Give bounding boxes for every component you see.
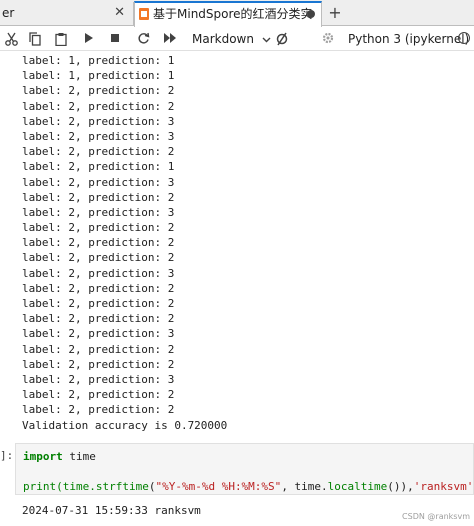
output-line: label: 1, prediction: 1 (22, 69, 175, 83)
cell-prompt: ]: (0, 449, 14, 462)
cell-result: 2024-07-31 15:59:33 ranksvm (22, 504, 201, 517)
output-line: label: 2, prediction: 2 (22, 357, 175, 371)
output-line: label: 2, prediction: 3 (22, 372, 175, 386)
tab-previous[interactable]: er ✕ (0, 2, 134, 26)
output-line: label: 2, prediction: 3 (22, 175, 175, 189)
output-line: label: 2, prediction: 2 (22, 403, 175, 417)
git-icon[interactable] (272, 29, 292, 49)
output-line: label: 2, prediction: 2 (22, 312, 175, 326)
output-line: label: 2, prediction: 2 (22, 388, 175, 402)
output-line: label: 2, prediction: 2 (22, 84, 175, 98)
output-line: label: 2, prediction: 3 (22, 205, 175, 219)
output-line: label: 2, prediction: 3 (22, 266, 175, 280)
cell-type-select[interactable]: Markdown (192, 29, 271, 49)
output-line: label: 2, prediction: 3 (22, 129, 175, 143)
cut-icon[interactable] (2, 29, 20, 49)
unsaved-dot-icon[interactable] (307, 10, 315, 18)
output-line: label: 2, prediction: 1 (22, 160, 175, 174)
run-icon[interactable] (80, 29, 98, 49)
output-line: label: 2, prediction: 3 (22, 114, 175, 128)
fast-forward-icon[interactable] (160, 29, 180, 49)
output-line: label: 2, prediction: 2 (22, 236, 175, 250)
kernel-status-icon (458, 32, 470, 44)
restart-icon[interactable] (134, 29, 152, 49)
output-line: label: 2, prediction: 2 (22, 297, 175, 310)
code-string: "%Y-%m-%d %H:%M:%S" (155, 480, 282, 493)
output-line: label: 2, prediction: 2 (22, 145, 175, 159)
output-line: Validation accuracy is 0.720000 (22, 418, 228, 432)
code-text: time (62, 450, 96, 463)
output-line: label: 2, prediction: 2 (22, 251, 175, 265)
settings-icon[interactable] (320, 29, 336, 49)
output-line: label: 1, prediction: 1 (22, 54, 175, 67)
code-text: , time. (281, 480, 328, 493)
output-line: label: 2, prediction: 2 (22, 342, 175, 356)
code-line-2: print(time.strftime("%Y-%m-%d %H:%M:%S",… (23, 480, 474, 493)
copy-icon[interactable] (26, 29, 44, 49)
notebook-icon (139, 8, 149, 20)
output-line: label: 2, prediction: 2 (22, 99, 175, 113)
chevron-down-icon (262, 29, 271, 49)
code-text: ()), (387, 480, 414, 493)
builtin-print: print(time. (23, 480, 96, 493)
keyword-import: import (23, 450, 63, 463)
watermark: CSDN @ranksvm (402, 512, 470, 521)
stop-icon[interactable] (106, 29, 124, 49)
cell-output: label: 1, prediction: 1 label: 1, predict… (22, 53, 474, 433)
code-cell[interactable]: import time print(time.strftime("%Y-%m-%… (15, 443, 474, 495)
kernel-name[interactable]: Python 3 (ipykernel) (348, 29, 469, 49)
code-string: 'ranksvm' (413, 480, 474, 493)
cell-type-label: Markdown (192, 32, 254, 46)
close-icon[interactable]: ✕ (114, 2, 125, 24)
output-line: label: 2, prediction: 2 (22, 281, 175, 295)
tab-notebook[interactable]: 基于MindSpore的红酒分类实 (134, 1, 322, 27)
code-method: localtime (327, 480, 388, 493)
tab-notebook-label: 基于MindSpore的红酒分类实 (153, 7, 313, 21)
output-line: label: 2, prediction: 2 (22, 221, 175, 235)
code-method: strftime (95, 480, 149, 493)
add-tab-button[interactable]: + (324, 2, 346, 24)
tab-previous-label: er (2, 6, 15, 20)
tab-bar: er ✕ 基于MindSpore的红酒分类实 + (0, 0, 474, 27)
paste-icon[interactable] (52, 29, 70, 49)
output-line: label: 2, prediction: 3 (22, 327, 175, 341)
output-line: label: 2, prediction: 2 (22, 190, 175, 204)
notebook-toolbar: Markdown Python 3 (ipykernel) (0, 27, 474, 51)
code-line-1: import time (23, 450, 96, 463)
